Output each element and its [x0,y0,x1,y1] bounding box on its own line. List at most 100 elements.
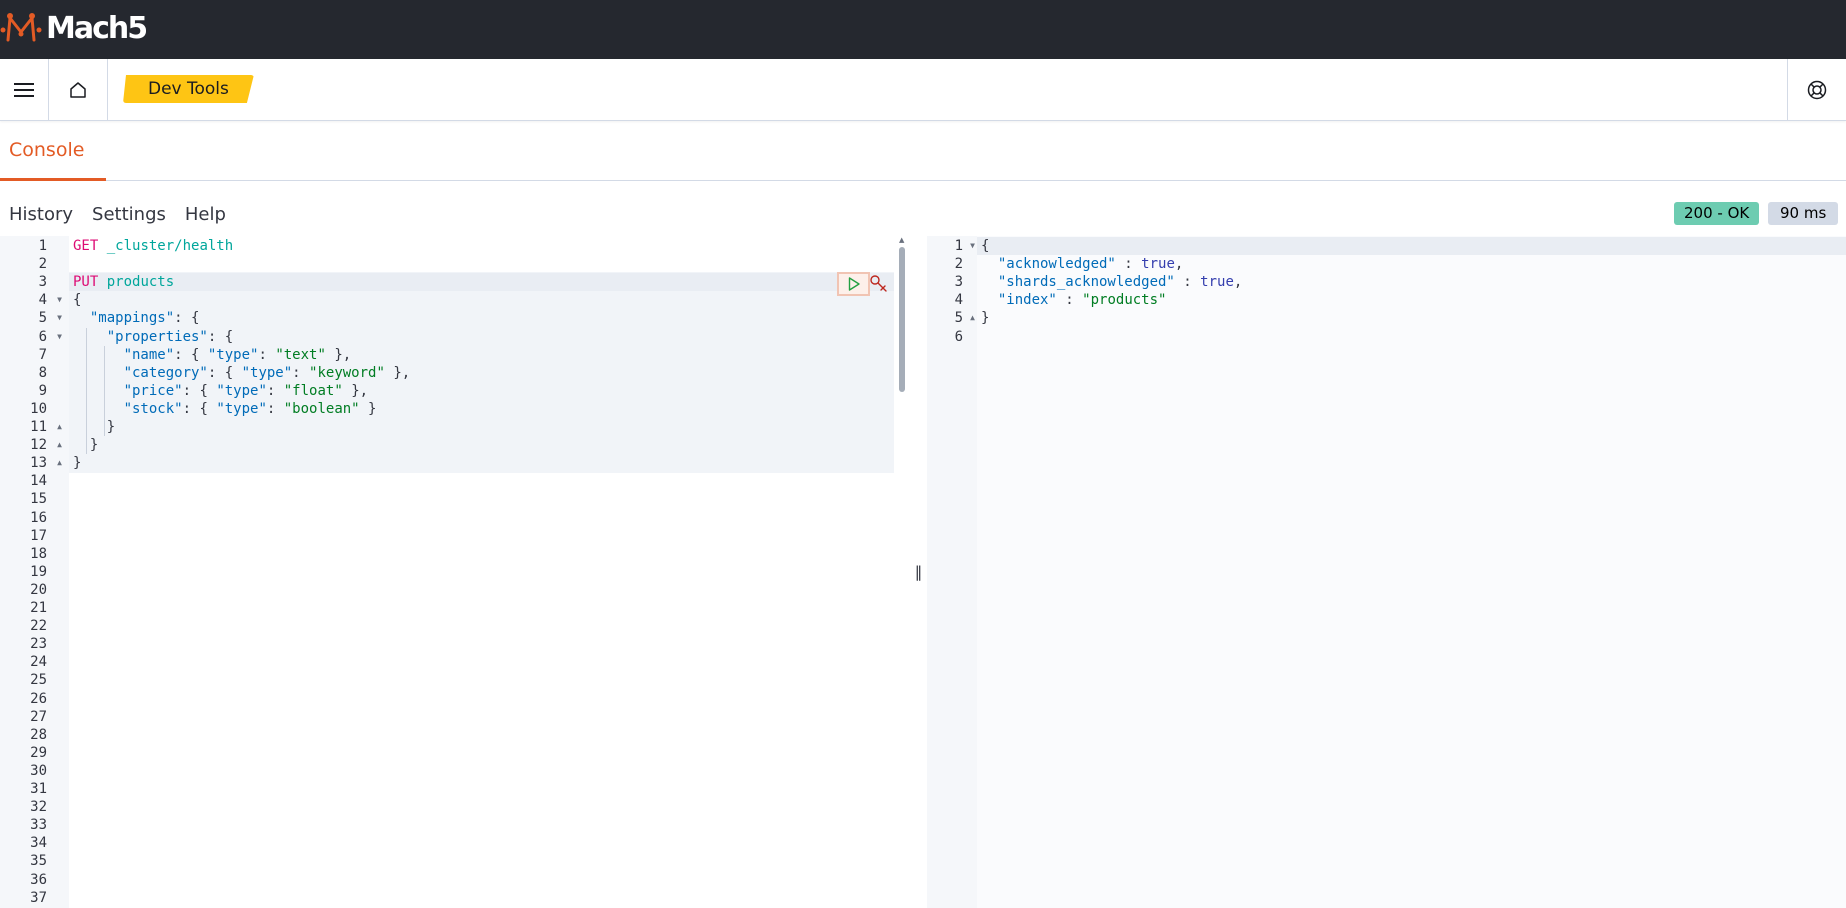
active-line-highlight [69,273,894,292]
code-token: "properties" [106,328,208,345]
status-badge: 200 - OK [1674,202,1760,225]
breadcrumb[interactable]: Dev Tools [123,75,254,103]
line-number: 1 [38,238,47,254]
fold-end-icon[interactable]: ▲ [57,418,62,436]
line-number: 16 [30,509,47,526]
code-token: } [73,455,82,472]
nav-bar: Dev Tools [0,59,1846,121]
active-line-highlight [977,237,1846,255]
line-number: 28 [30,726,47,743]
request-editor[interactable]: 1 2 3 4 ▼ 5 ▼ 6 ▼ 7 8 9 10 11 ▲ 12 ▲ 13 ▲ 14 15 16 17 18 19 20 21 2… [0,236,908,908]
request-actions-button[interactable] [867,272,891,296]
line-number: 6 [954,328,963,345]
logo[interactable]: Mach5 [0,8,148,48]
tab-bar: Console [0,121,1846,181]
line-number: 18 [30,545,47,562]
response-code-area[interactable]: { "acknowledged" : true, "shards_acknowl… [977,236,1846,908]
code-token: , [1174,256,1184,273]
help-link[interactable]: Help [185,204,226,225]
line-number: 15 [30,491,47,508]
code-token: { [73,292,82,309]
line-number: 26 [30,690,47,707]
response-gutter: 1 ▼ 2 3 4 5 ▲ 6 [927,236,977,908]
hamburger-icon [14,82,34,97]
code-line: PUT products [73,273,174,291]
history-link[interactable]: History [9,204,73,225]
code-token: true [1141,256,1175,273]
code-line: "acknowledged" : true, [981,255,1183,273]
settings-link[interactable]: Settings [92,204,166,225]
code-line: "name": { "type": "text" }, [73,346,352,364]
fold-end-icon[interactable]: ▲ [57,436,62,454]
home-button[interactable] [49,59,108,120]
code-line: } [73,454,81,472]
line-number: 1 [954,238,963,254]
line-number: 5 [954,310,963,327]
line-number: 32 [30,799,47,816]
console-menu: History Settings Help [0,197,236,231]
panel-resizer[interactable]: ‖ [910,236,927,908]
line-number: 22 [30,618,47,635]
fold-toggle-icon[interactable]: ▼ [57,291,62,309]
code-token: }, [325,346,352,363]
line-number: 5 [38,310,47,327]
line-number: 21 [30,600,47,616]
code-token: : { [207,364,242,381]
code-token: } [73,437,99,454]
code-token: "category" [123,364,208,381]
line-number: 20 [30,581,47,598]
code-line: } [73,436,98,454]
code-token: true [1200,274,1234,291]
scroll-up-arrow-icon[interactable]: ▲ [899,236,907,246]
code-token: : [1174,274,1201,291]
line-number: 34 [30,835,47,852]
code-token: } [359,400,377,417]
line-number: 3 [38,274,47,291]
send-request-button[interactable] [837,272,870,296]
code-line: "mappings": { [73,309,200,327]
code-token: "products" [1082,292,1167,309]
line-number: 29 [30,744,47,761]
fold-toggle-icon[interactable]: ▼ [57,309,62,327]
line-number: 19 [30,563,47,580]
line-number: 27 [30,708,47,725]
fold-toggle-icon[interactable]: ▼ [970,237,975,255]
line-number: 12 [30,437,47,454]
code-token: : { [182,400,217,417]
line-number: 14 [30,473,47,490]
top-header: Mach5 [0,0,1846,59]
line-number: 35 [30,853,47,870]
help-button[interactable] [1787,59,1846,120]
line-number: 13 [30,455,47,472]
menu-button[interactable] [0,59,49,120]
tab-console[interactable]: Console [0,121,106,181]
code-token: "float" [283,382,343,399]
code-token: : [292,364,310,381]
code-token: : { [174,346,208,363]
line-number: 2 [38,256,47,273]
code-line: "price": { "type": "float" }, [73,382,368,400]
code-token: "stock" [123,400,183,417]
line-number: 3 [954,274,963,291]
fold-end-icon[interactable]: ▲ [57,454,62,472]
code-token: "mappings" [89,310,175,327]
code-token: : [1115,256,1142,273]
code-token: } [981,310,990,327]
request-code-area[interactable]: GET _cluster/health PUT products{ "mappin… [69,236,908,908]
code-line: } [73,418,115,436]
fold-toggle-icon[interactable]: ▼ [57,328,62,346]
response-editor[interactable]: 1 ▼ 2 3 4 5 ▲ 6 { "acknowledged" : true, "shard… [927,236,1846,908]
request-gutter: 1 2 3 4 ▼ 5 ▼ 6 ▼ 7 8 9 10 11 ▲ 12 ▲ 13 ▲ 14 15 16 17 18 19 20 21 2… [0,236,69,908]
code-token: : { [174,310,200,327]
line-number: 4 [38,292,47,309]
code-token: }, [342,382,369,399]
fold-end-icon[interactable]: ▲ [970,309,975,327]
request-editor-scrollbar[interactable] [899,247,905,392]
